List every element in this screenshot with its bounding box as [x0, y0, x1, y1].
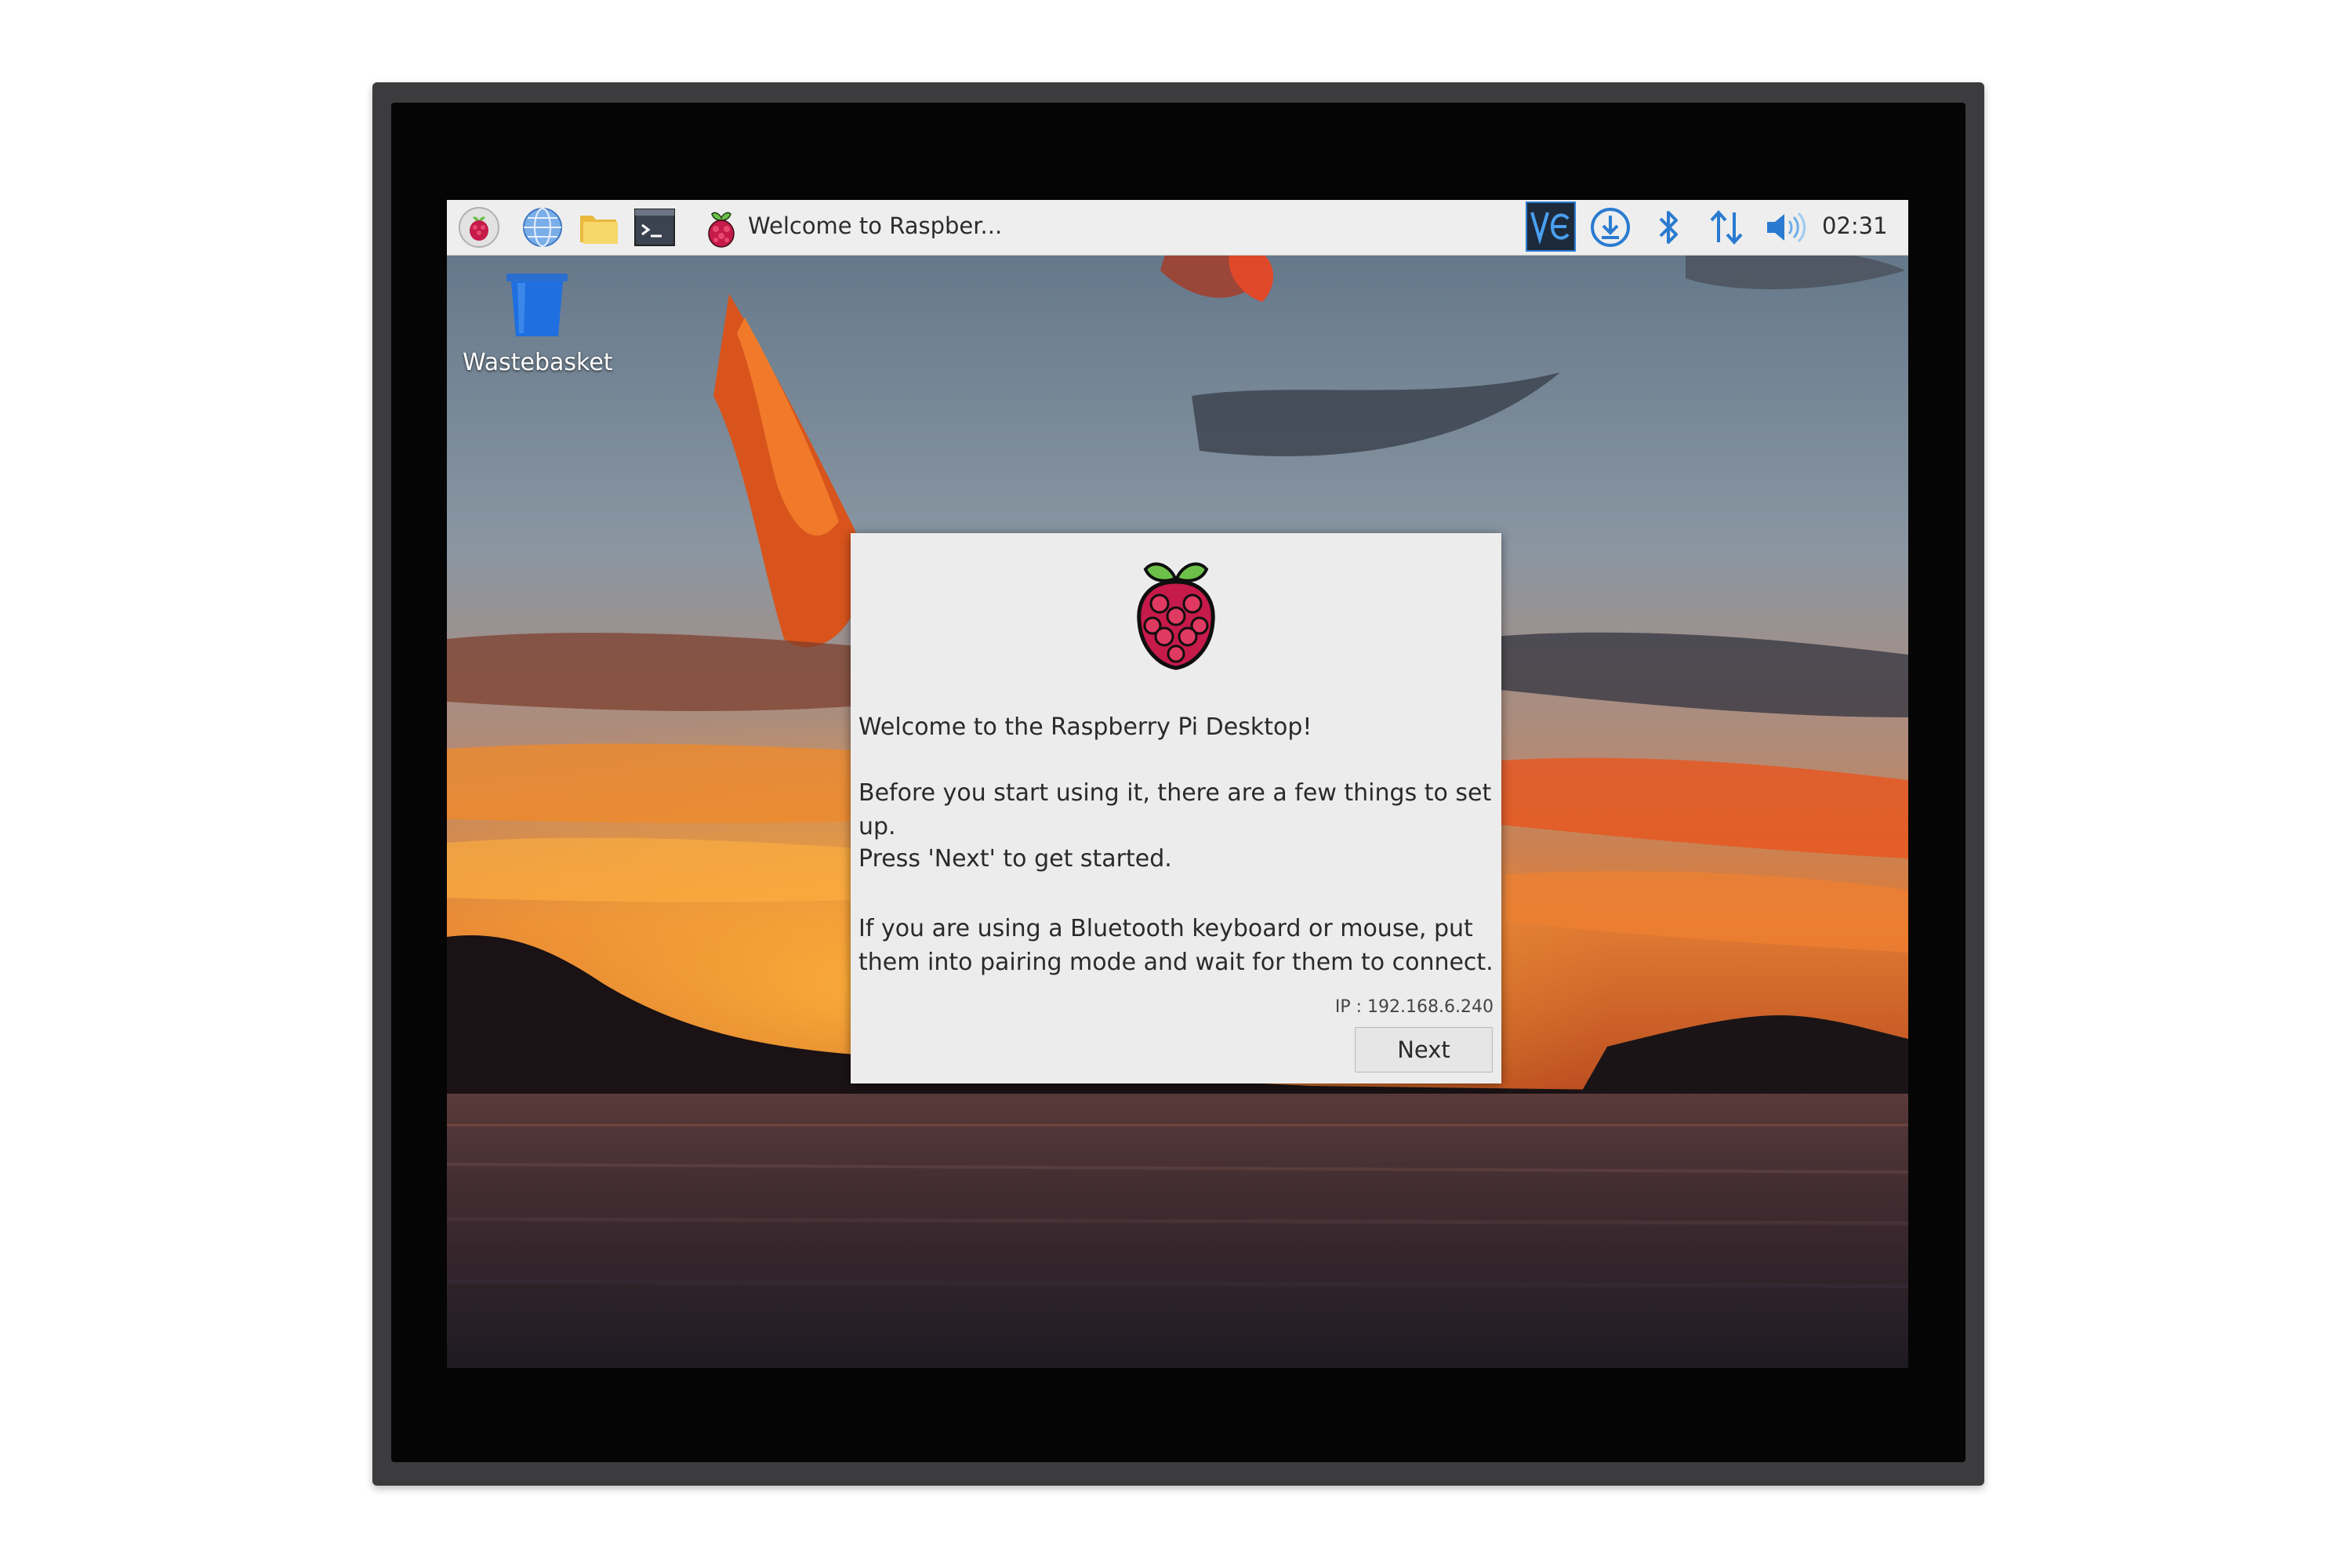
- wastebasket-icon: [506, 274, 568, 336]
- download-icon[interactable]: [1587, 205, 1634, 250]
- welcome-heading: Welcome to the Raspberry Pi Desktop!: [858, 713, 1312, 741]
- wastebasket-label: Wastebasket: [463, 349, 613, 376]
- bluetooth-hint-text: If you are using a Bluetooth keyboard or…: [858, 915, 1494, 976]
- desktop-screen: Welcome to Raspber... 02:31 Wastebasket …: [447, 200, 1908, 1368]
- bluetooth-icon[interactable]: [1645, 205, 1692, 250]
- window-title: Welcome to Raspber...: [748, 212, 1003, 239]
- welcome-dialog: Welcome to the Raspberry Pi Desktop! Bef…: [851, 533, 1501, 1083]
- clock[interactable]: 02:31: [1822, 212, 1888, 239]
- vnc-icon[interactable]: [1526, 201, 1576, 252]
- press-next-text: Press 'Next' to get started.: [858, 845, 1172, 873]
- web-browser-icon[interactable]: [521, 206, 564, 249]
- wastebasket-desktop-icon[interactable]: Wastebasket: [463, 270, 613, 380]
- ip-address: IP : 192.168.6.240: [1334, 997, 1494, 1017]
- raspberry-icon: [702, 208, 740, 249]
- terminal-icon[interactable]: [633, 206, 676, 249]
- file-manager-icon[interactable]: [577, 206, 619, 249]
- welcome-window-button[interactable]: Welcome to Raspber...: [702, 203, 1008, 252]
- volume-icon[interactable]: [1761, 205, 1808, 250]
- raspberry-pi-logo: [1131, 555, 1221, 673]
- taskbar: Welcome to Raspber... 02:31: [447, 200, 1908, 256]
- next-button[interactable]: Next: [1355, 1027, 1493, 1073]
- network-icon[interactable]: [1703, 205, 1750, 250]
- raspberry-menu-icon[interactable]: [458, 206, 500, 249]
- setup-intro-text: Before you start using it, there are a f…: [858, 779, 1492, 840]
